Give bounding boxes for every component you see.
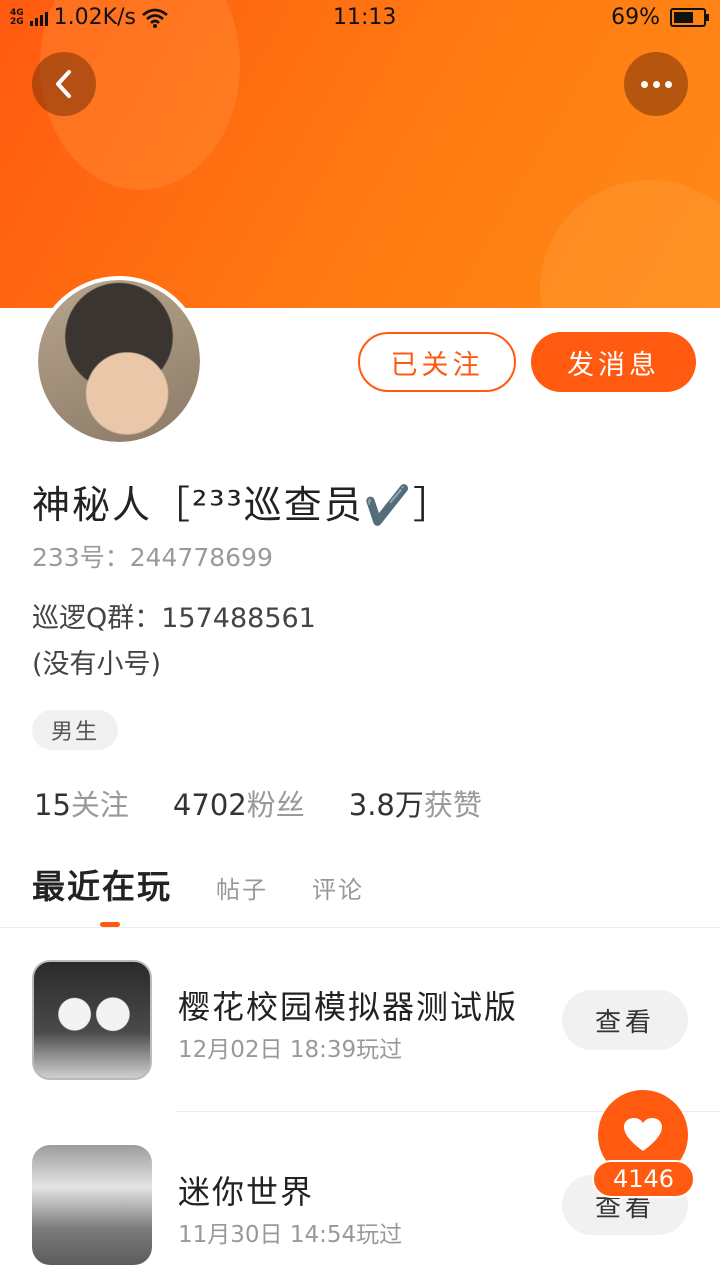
game-icon xyxy=(32,1145,152,1265)
likes-count: 3.8万获赞 xyxy=(348,788,482,822)
user-bio: 巡逻Q群：157488561 (没有小号) xyxy=(32,603,316,680)
divider xyxy=(0,927,720,928)
game-name: 迷你世界 xyxy=(178,1173,315,1211)
following-count[interactable]: 15关注 xyxy=(34,782,129,824)
gender-tag: 男生 xyxy=(32,710,118,750)
back-button[interactable] xyxy=(32,52,96,116)
username: 神秘人［²³³巡查员✔️］ xyxy=(32,483,454,527)
played-time: 11月30日 14:54玩过 xyxy=(178,1222,403,1248)
status-bar: 4G 2G 1.02K/s 11:13 69% xyxy=(0,0,720,36)
signal-icon xyxy=(29,10,48,26)
tab-posts[interactable]: 帖子 xyxy=(216,870,268,905)
send-message-button[interactable]: 发消息 xyxy=(531,332,696,392)
clock: 11:13 xyxy=(333,5,397,30)
heart-icon xyxy=(624,1118,662,1151)
network-speed: 1.02K/s xyxy=(53,5,136,30)
like-count-badge: 4146 xyxy=(592,1160,695,1198)
tab-recently-played[interactable]: 最近在玩 xyxy=(32,860,172,908)
profile-stats: 15关注 4702粉丝 3.8万获赞 xyxy=(34,782,482,824)
more-button[interactable] xyxy=(624,52,688,116)
game-name: 樱花校园模拟器测试版 xyxy=(178,988,519,1026)
followers-count[interactable]: 4702粉丝 xyxy=(173,782,305,824)
profile-header-banner xyxy=(0,0,720,308)
avatar[interactable] xyxy=(34,276,204,446)
battery-percent: 69% xyxy=(611,5,660,30)
wifi-icon xyxy=(142,8,168,28)
game-icon xyxy=(32,960,152,1080)
chevron-left-icon xyxy=(56,70,71,98)
network-type: 4G 2G xyxy=(10,7,24,27)
profile-tabs: 最近在玩 帖子 评论 xyxy=(32,860,364,908)
battery-icon xyxy=(670,8,709,27)
more-horizontal-icon xyxy=(640,80,672,88)
tab-comments[interactable]: 评论 xyxy=(312,870,364,905)
following-button[interactable]: 已关注 xyxy=(358,332,516,392)
view-button[interactable]: 查看 xyxy=(562,990,688,1050)
played-time: 12月02日 18:39玩过 xyxy=(178,1037,403,1063)
list-item[interactable]: 樱花校园模拟器测试版 12月02日 18:39玩过 查看 xyxy=(0,960,720,1090)
user-id: 233号：244778699 xyxy=(32,543,273,572)
